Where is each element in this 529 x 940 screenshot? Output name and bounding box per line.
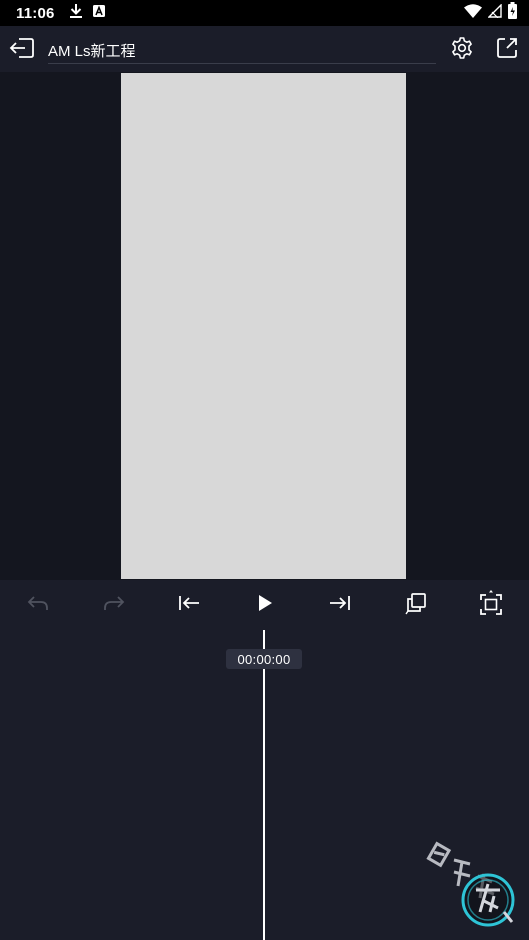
battery-icon: [508, 2, 517, 24]
wifi-icon: [464, 3, 482, 23]
playback-toolbar: [0, 580, 529, 630]
undo-icon: [26, 593, 50, 618]
copy-button[interactable]: [402, 592, 430, 618]
share-button[interactable]: [494, 37, 520, 63]
app-screen: 11:06 AM Ls新工程 00:00:00: [0, 0, 529, 940]
jump-to-end-icon: [328, 593, 352, 618]
redo-button[interactable]: [100, 592, 128, 618]
timeline[interactable]: 00:00:00: [0, 630, 529, 940]
fullscreen-icon: [479, 589, 503, 621]
preview-area: [0, 72, 529, 580]
app-header: AM Ls新工程: [0, 26, 529, 72]
jump-to-end-button[interactable]: [326, 592, 354, 618]
jump-to-start-button[interactable]: [175, 592, 203, 618]
undo-button[interactable]: [24, 592, 52, 618]
project-title: AM Ls新工程: [48, 43, 136, 60]
download-icon: [69, 3, 83, 24]
status-right-icons: [464, 2, 517, 24]
status-bar: 11:06: [0, 0, 529, 26]
project-title-input[interactable]: AM Ls新工程: [48, 34, 436, 64]
redo-icon: [102, 593, 126, 618]
status-left-icons: [69, 3, 105, 24]
exit-button[interactable]: [8, 37, 36, 63]
playhead[interactable]: [263, 630, 265, 940]
timecode-label: 00:00:00: [226, 649, 302, 669]
play-icon: [257, 594, 273, 617]
share-icon: [495, 36, 519, 65]
exit-icon: [9, 36, 35, 65]
fullscreen-button[interactable]: [477, 589, 505, 621]
signal-icon: [487, 2, 502, 23]
a-badge-icon: [92, 4, 105, 22]
settings-button[interactable]: [449, 36, 475, 65]
jump-to-start-icon: [177, 593, 201, 618]
play-button[interactable]: [251, 592, 279, 618]
status-time: 11:06: [16, 4, 55, 22]
settings-icon: [450, 36, 474, 65]
copy-icon: [404, 591, 428, 620]
preview-canvas[interactable]: [121, 73, 406, 579]
